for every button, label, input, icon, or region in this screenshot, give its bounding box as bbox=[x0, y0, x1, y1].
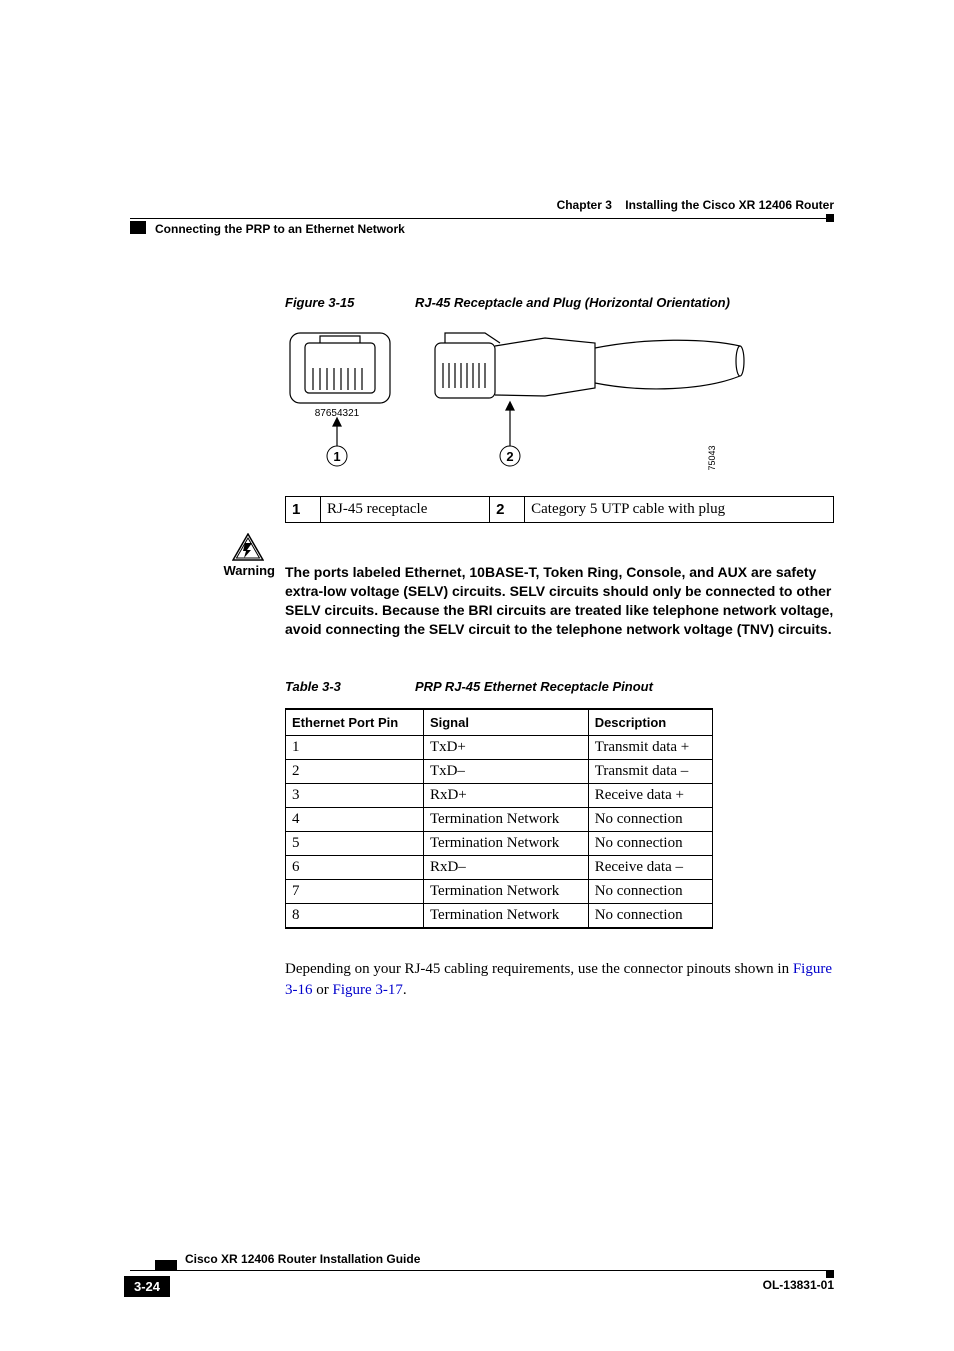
legend-text: RJ-45 receptacle bbox=[321, 497, 490, 523]
page-number: 3-24 bbox=[124, 1276, 170, 1297]
table-cell: 2 bbox=[286, 759, 424, 783]
header-rule bbox=[130, 218, 834, 219]
table-row: 4Termination NetworkNo connection bbox=[286, 807, 713, 831]
figure-caption: Figure 3-15RJ-45 Receptacle and Plug (Ho… bbox=[285, 295, 834, 310]
table-label: Table 3-3 bbox=[285, 679, 415, 694]
table-title: PRP RJ-45 Ethernet Receptacle Pinout bbox=[415, 679, 653, 694]
warning-block: Warning The ports labeled Ethernet, 10BA… bbox=[285, 563, 834, 639]
figure-link[interactable]: Figure 3-17 bbox=[333, 982, 403, 998]
table-row: 5Termination NetworkNo connection bbox=[286, 831, 713, 855]
page-footer: Cisco XR 12406 Router Installation Guide… bbox=[130, 1270, 834, 1271]
legend-num: 1 bbox=[286, 497, 321, 523]
footer-marker bbox=[155, 1260, 177, 1270]
body-paragraph: Depending on your RJ-45 cabling requirem… bbox=[285, 959, 834, 1001]
page: Chapter 3 Installing the Cisco XR 12406 … bbox=[0, 0, 954, 1351]
section-marker bbox=[130, 221, 146, 234]
chapter-header: Chapter 3 Installing the Cisco XR 12406 … bbox=[557, 198, 834, 212]
table-cell: Termination Network bbox=[423, 831, 588, 855]
para-text: Depending on your RJ-45 cabling requirem… bbox=[285, 961, 793, 977]
callout-2: 2 bbox=[506, 449, 513, 464]
table-cell: Termination Network bbox=[423, 879, 588, 903]
table-cell: Transmit data – bbox=[588, 759, 713, 783]
chapter-title: Installing the Cisco XR 12406 Router bbox=[625, 198, 834, 212]
table-row: 3RxD+Receive data + bbox=[286, 783, 713, 807]
para-text: or bbox=[313, 982, 333, 998]
col-header: Signal bbox=[423, 709, 588, 736]
chapter-label: Chapter 3 bbox=[557, 198, 612, 212]
footer-guide-title: Cisco XR 12406 Router Installation Guide bbox=[185, 1252, 420, 1266]
col-header: Ethernet Port Pin bbox=[286, 709, 424, 736]
table-cell: No connection bbox=[588, 879, 713, 903]
table-cell: Termination Network bbox=[423, 903, 588, 928]
figure-title: RJ-45 Receptacle and Plug (Horizontal Or… bbox=[415, 295, 730, 310]
warning-label: Warning bbox=[185, 563, 275, 578]
table-cell: 8 bbox=[286, 903, 424, 928]
callout-1: 1 bbox=[333, 449, 340, 464]
legend-text: Category 5 UTP cable with plug bbox=[525, 497, 834, 523]
section-title: Connecting the PRP to an Ethernet Networ… bbox=[155, 222, 405, 236]
table-row: 1TxD+Transmit data + bbox=[286, 735, 713, 759]
table-cell: Receive data + bbox=[588, 783, 713, 807]
table-cell: RxD– bbox=[423, 855, 588, 879]
table-cell: No connection bbox=[588, 807, 713, 831]
table-cell: Termination Network bbox=[423, 807, 588, 831]
footer-rule bbox=[130, 1270, 834, 1271]
table-cell: 4 bbox=[286, 807, 424, 831]
pinout-table: Ethernet Port Pin Signal Description 1Tx… bbox=[285, 708, 713, 929]
warning-text: The ports labeled Ethernet, 10BASE-T, To… bbox=[285, 563, 834, 639]
table-cell: TxD+ bbox=[423, 735, 588, 759]
table-cell: 6 bbox=[286, 855, 424, 879]
table-cell: 3 bbox=[286, 783, 424, 807]
table-cell: 7 bbox=[286, 879, 424, 903]
content-area: Figure 3-15RJ-45 Receptacle and Plug (Ho… bbox=[285, 295, 834, 1016]
table-cell: No connection bbox=[588, 903, 713, 928]
table-row: 7Termination NetworkNo connection bbox=[286, 879, 713, 903]
table-caption: Table 3-3PRP RJ-45 Ethernet Receptacle P… bbox=[285, 679, 834, 694]
col-header: Description bbox=[588, 709, 713, 736]
footer-end-marker bbox=[826, 1270, 834, 1278]
table-row: 2TxD–Transmit data – bbox=[286, 759, 713, 783]
figure-diagram: 87654321 1 bbox=[285, 328, 834, 478]
para-text: . bbox=[403, 982, 407, 998]
table-cell: Transmit data + bbox=[588, 735, 713, 759]
table-cell: 5 bbox=[286, 831, 424, 855]
figure-legend-table: 1 RJ-45 receptacle 2 Category 5 UTP cabl… bbox=[285, 496, 834, 523]
table-header-row: Ethernet Port Pin Signal Description bbox=[286, 709, 713, 736]
table-cell: No connection bbox=[588, 831, 713, 855]
figure-label: Figure 3-15 bbox=[285, 295, 415, 310]
legend-num: 2 bbox=[490, 497, 525, 523]
table-cell: TxD– bbox=[423, 759, 588, 783]
document-id: OL-13831-01 bbox=[763, 1278, 834, 1292]
warning-icon bbox=[220, 533, 275, 566]
drawing-id: 75043 bbox=[707, 445, 717, 470]
table-cell: Receive data – bbox=[588, 855, 713, 879]
table-cell: 1 bbox=[286, 735, 424, 759]
table-row: 8Termination NetworkNo connection bbox=[286, 903, 713, 928]
table-row: 6RxD–Receive data – bbox=[286, 855, 713, 879]
table-row: 1 RJ-45 receptacle 2 Category 5 UTP cabl… bbox=[286, 497, 834, 523]
table-cell: RxD+ bbox=[423, 783, 588, 807]
